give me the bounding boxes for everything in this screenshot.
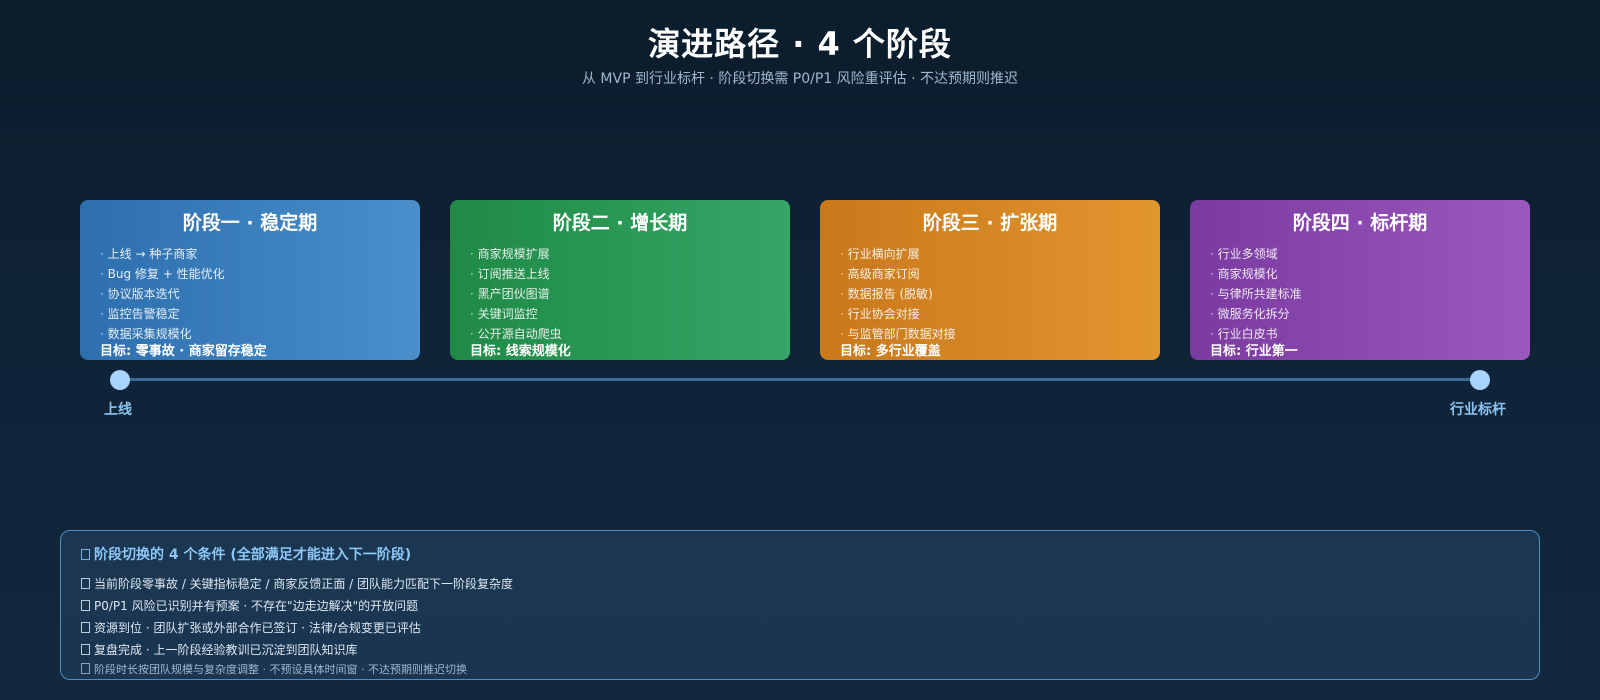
stage-item: 与监管部门数据对接 xyxy=(840,324,1140,344)
stage-item: 高级商家订阅 xyxy=(840,264,1140,284)
conditions-title-text: 阶段切换的 4 个条件 (全部满足才能进入下一阶段) xyxy=(94,547,412,563)
condition-text: 复盘完成 · 上一阶段经验教训已沉淀到团队知识库 xyxy=(94,643,358,657)
stage-goal: 目标: 线索规模化 xyxy=(470,344,571,359)
condition-item: 资源到位 · 团队扩张或外部合作已签订 · 法律/合规变更已评估 xyxy=(81,617,1519,639)
stage-item: 行业横向扩展 xyxy=(840,244,1140,264)
stage-item: 上线 → 种子商家 xyxy=(100,244,400,264)
conditions-note-text: 阶段时长按团队规模与复杂度调整 · 不预设具体时间窗 · 不达预期则推迟切换 xyxy=(94,663,467,676)
page-subtitle: 从 MVP 到行业标杆 · 阶段切换需 P0/P1 风险重评估 · 不达预期则推… xyxy=(581,71,1018,87)
stage-goal: 目标: 零事故 · 商家留存稳定 xyxy=(100,344,267,359)
missing-glyph-icon xyxy=(81,663,90,674)
stage-item: 关键词监控 xyxy=(470,304,770,324)
stage-item: 与律所共建标准 xyxy=(1210,284,1510,304)
conditions-note: 阶段时长按团队规模与复杂度调整 · 不预设具体时间窗 · 不达预期则推迟切换 xyxy=(81,661,1519,679)
timeline-end-dot xyxy=(1470,370,1490,390)
stage-title: 阶段二 · 增长期 xyxy=(552,212,688,234)
stage-item-list: 上线 → 种子商家 Bug 修复 + 性能优化 协议版本迭代 监控告警稳定 数据… xyxy=(100,244,400,344)
stage-card-4: 阶段四 · 标杆期 行业多领域 商家规模化 与律所共建标准 微服务化拆分 行业白… xyxy=(1190,200,1530,360)
stage-item: Bug 修复 + 性能优化 xyxy=(100,264,400,284)
condition-text: 当前阶段零事故 / 关键指标稳定 / 商家反馈正面 / 团队能力匹配下一阶段复杂… xyxy=(94,577,514,591)
condition-item: 当前阶段零事故 / 关键指标稳定 / 商家反馈正面 / 团队能力匹配下一阶段复杂… xyxy=(81,573,1519,595)
page-title: 演进路径 · 4 个阶段 xyxy=(648,25,952,63)
stage-item: 行业协会对接 xyxy=(840,304,1140,324)
missing-glyph-icon xyxy=(81,644,90,655)
condition-item: 复盘完成 · 上一阶段经验教训已沉淀到团队知识库 xyxy=(81,639,1519,661)
condition-text: P0/P1 风险已识别并有预案 · 不存在"边走边解决"的开放问题 xyxy=(94,599,419,613)
stage-item: 行业多领域 xyxy=(1210,244,1510,264)
condition-text: 资源到位 · 团队扩张或外部合作已签订 · 法律/合规变更已评估 xyxy=(94,621,421,635)
stage-goal: 目标: 行业第一 xyxy=(1210,344,1298,359)
stage-item: 公开源自动爬虫 xyxy=(470,324,770,344)
stage-item-list: 商家规模扩展 订阅推送上线 黑产团伙图谱 关键词监控 公开源自动爬虫 xyxy=(470,244,770,344)
timeline-start-label: 上线 xyxy=(104,402,132,418)
stage-item: 监控告警稳定 xyxy=(100,304,400,324)
stage-item: 协议版本迭代 xyxy=(100,284,400,304)
missing-glyph-icon xyxy=(81,549,90,560)
stage-title: 阶段一 · 稳定期 xyxy=(182,212,318,234)
timeline-end-label: 行业标杆 xyxy=(1450,402,1506,418)
missing-glyph-icon xyxy=(81,578,90,589)
timeline-line xyxy=(120,378,1480,381)
condition-item: P0/P1 风险已识别并有预案 · 不存在"边走边解决"的开放问题 xyxy=(81,595,1519,617)
conditions-title: 阶段切换的 4 个条件 (全部满足才能进入下一阶段) xyxy=(81,545,1519,565)
stage-item: 订阅推送上线 xyxy=(470,264,770,284)
stage-goal: 目标: 多行业覆盖 xyxy=(840,344,941,359)
timeline-start-dot xyxy=(110,370,130,390)
stage-item: 数据报告 (脱敏) xyxy=(840,284,1140,304)
stage-item-list: 行业多领域 商家规模化 与律所共建标准 微服务化拆分 行业白皮书 xyxy=(1210,244,1510,344)
stage-item: 商家规模化 xyxy=(1210,264,1510,284)
stage-card-3: 阶段三 · 扩张期 行业横向扩展 高级商家订阅 数据报告 (脱敏) 行业协会对接… xyxy=(820,200,1160,360)
stage-item: 行业白皮书 xyxy=(1210,324,1510,344)
stage-card-1: 阶段一 · 稳定期 上线 → 种子商家 Bug 修复 + 性能优化 协议版本迭代… xyxy=(80,200,420,360)
conditions-list: 当前阶段零事故 / 关键指标稳定 / 商家反馈正面 / 团队能力匹配下一阶段复杂… xyxy=(81,573,1519,661)
header: 演进路径 · 4 个阶段 从 MVP 到行业标杆 · 阶段切换需 P0/P1 风… xyxy=(0,22,1600,89)
missing-glyph-icon xyxy=(81,600,90,611)
missing-glyph-icon xyxy=(81,622,90,633)
stage-item: 微服务化拆分 xyxy=(1210,304,1510,324)
stage-item: 数据采集规模化 xyxy=(100,324,400,344)
stage-item: 黑产团伙图谱 xyxy=(470,284,770,304)
stage-item: 商家规模扩展 xyxy=(470,244,770,264)
stage-card-2: 阶段二 · 增长期 商家规模扩展 订阅推送上线 黑产团伙图谱 关键词监控 公开源… xyxy=(450,200,790,360)
conditions-panel: 阶段切换的 4 个条件 (全部满足才能进入下一阶段) 当前阶段零事故 / 关键指… xyxy=(60,530,1540,680)
stage-item-list: 行业横向扩展 高级商家订阅 数据报告 (脱敏) 行业协会对接 与监管部门数据对接 xyxy=(840,244,1140,344)
stage-title: 阶段三 · 扩张期 xyxy=(922,212,1058,234)
stage-title: 阶段四 · 标杆期 xyxy=(1292,212,1428,234)
